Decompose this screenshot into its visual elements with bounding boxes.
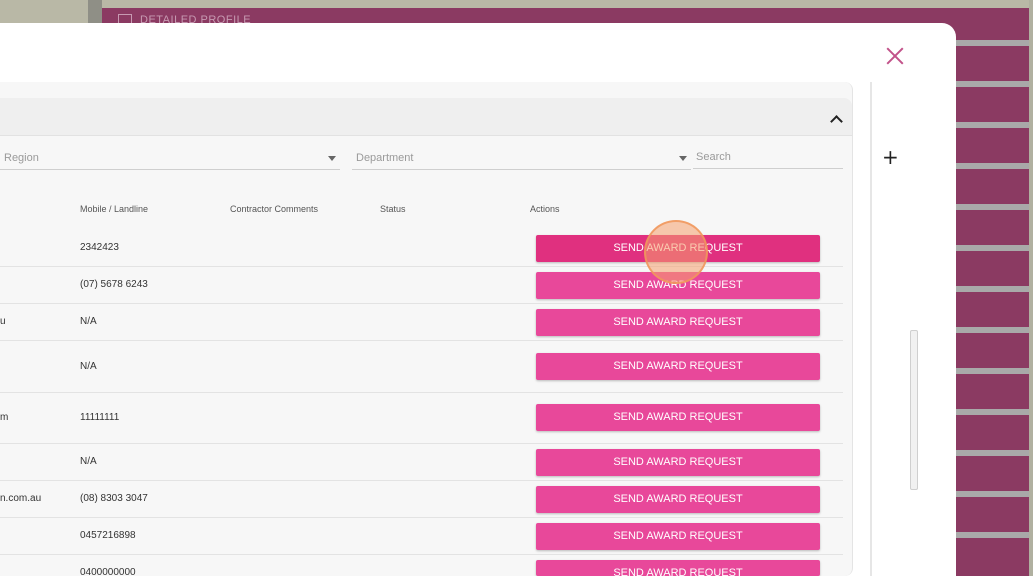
phone-cell: (08) 8303 3047	[80, 493, 148, 504]
email-cell: u	[0, 316, 6, 327]
background-row-divider	[955, 532, 1033, 538]
email-cell: n.com.au	[0, 493, 42, 504]
chevron-down-icon	[328, 156, 336, 161]
send-award-request-button[interactable]: SEND AWARD REQUEST	[536, 272, 820, 299]
table-row: m 11111111 SEND AWARD REQUEST	[0, 393, 843, 444]
background-rows	[955, 40, 1033, 576]
column-header-status[interactable]: Status	[380, 204, 406, 214]
plus-icon[interactable]: +	[882, 146, 899, 168]
background-row-divider	[955, 245, 1033, 251]
email-cell: m	[0, 412, 9, 423]
background-row-divider	[955, 491, 1033, 497]
background-edge	[1029, 0, 1033, 576]
region-select[interactable]: Region	[0, 146, 340, 170]
table-row: 0400000000 SEND AWARD REQUEST	[0, 555, 843, 576]
table-row: (07) 5678 6243 SEND AWARD REQUEST	[0, 267, 843, 304]
card-header	[0, 98, 852, 136]
background-row-divider	[955, 327, 1033, 333]
send-award-request-button[interactable]: SEND AWARD REQUEST	[536, 353, 820, 380]
send-award-request-button[interactable]: SEND AWARD REQUEST	[536, 486, 820, 513]
table-row: N/A SEND AWARD REQUEST	[0, 444, 843, 481]
background-row-divider	[955, 204, 1033, 210]
phone-cell: 2342423	[80, 242, 119, 253]
search-input[interactable]	[693, 145, 843, 169]
phone-cell: N/A	[80, 456, 97, 467]
modal-scrollbar[interactable]	[910, 330, 918, 490]
background-row-divider	[955, 81, 1033, 87]
background-row-divider	[955, 40, 1033, 46]
close-icon[interactable]	[884, 45, 906, 67]
table-row: u N/A SEND AWARD REQUEST	[0, 304, 843, 341]
phone-cell: 0457216898	[80, 530, 136, 541]
phone-cell: N/A	[80, 361, 97, 372]
department-select[interactable]: Department	[352, 146, 691, 170]
send-award-request-button[interactable]: SEND AWARD REQUEST	[536, 560, 820, 576]
chevron-down-icon	[679, 156, 687, 161]
department-select-label: Department	[356, 152, 414, 164]
column-header-mobile[interactable]: Mobile / Landline	[80, 204, 148, 214]
send-award-request-button[interactable]: SEND AWARD REQUEST	[536, 523, 820, 550]
send-award-request-button[interactable]: SEND AWARD REQUEST	[536, 404, 820, 431]
table-row: n.com.au (08) 8303 3047 SEND AWARD REQUE…	[0, 481, 843, 518]
table-row: 0457216898 SEND AWARD REQUEST	[0, 518, 843, 555]
send-award-request-button[interactable]: SEND AWARD REQUEST	[536, 235, 820, 262]
phone-cell: N/A	[80, 316, 97, 327]
background-row-divider	[955, 450, 1033, 456]
background-row-divider	[955, 409, 1033, 415]
send-award-request-button[interactable]: SEND AWARD REQUEST	[536, 449, 820, 476]
phone-cell: (07) 5678 6243	[80, 279, 148, 290]
column-header-actions: Actions	[530, 204, 560, 214]
table-row: N/A SEND AWARD REQUEST	[0, 341, 843, 393]
column-header-comments[interactable]: Contractor Comments	[230, 204, 318, 214]
modal-divider	[870, 82, 872, 576]
background-row-divider	[955, 163, 1033, 169]
table-row: 2342423 SEND AWARD REQUEST	[0, 229, 843, 267]
background-row-divider	[955, 286, 1033, 292]
background-row-divider	[955, 368, 1033, 374]
send-award-request-button[interactable]: SEND AWARD REQUEST	[536, 309, 820, 336]
region-select-label: Region	[4, 152, 39, 164]
background-row-divider	[955, 122, 1033, 128]
phone-cell: 11111111	[80, 412, 120, 423]
phone-cell: 0400000000	[80, 567, 136, 576]
